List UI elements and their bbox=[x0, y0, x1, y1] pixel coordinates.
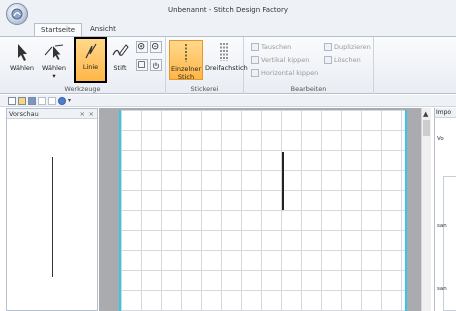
import-panel-title: Impo bbox=[435, 108, 456, 118]
new-file-icon[interactable] bbox=[8, 96, 16, 105]
flip-vertical-icon bbox=[251, 55, 259, 64]
title-bar: Unbenannt - Stitch Design Factory bbox=[0, 0, 456, 25]
group-werkzeuge-label: Werkzeuge bbox=[64, 85, 101, 93]
import-panel-text: Vo bbox=[437, 136, 444, 142]
select-polyline-label: Wählen bbox=[41, 64, 67, 72]
delete-label: Löschen bbox=[334, 55, 361, 64]
preview-pane-title: Vorschau bbox=[9, 110, 39, 118]
open-folder-icon[interactable] bbox=[18, 96, 26, 105]
group-stickerei: Einzelner Stich Dreifachstich Stickerei bbox=[166, 37, 248, 94]
fit-icon[interactable] bbox=[136, 59, 148, 71]
design-canvas[interactable] bbox=[119, 110, 407, 311]
flip-horizontal-label: Horizontal kippen bbox=[261, 68, 319, 77]
preview-pane: Vorschau ⨯ × bbox=[6, 108, 98, 311]
window-title: Unbenannt - Stitch Design Factory bbox=[168, 6, 288, 14]
pen-tool-label: Stift bbox=[113, 64, 127, 72]
flip-vertical-label: Vertikal kippen bbox=[261, 55, 310, 64]
triple-stitch-label: Dreifachstich bbox=[205, 64, 248, 72]
preview-pane-header: Vorschau ⨯ × bbox=[7, 109, 97, 119]
preview-stitch-line bbox=[52, 157, 53, 277]
line-tool-button[interactable]: Linie bbox=[74, 37, 107, 83]
quick-toolbar: ▾ bbox=[0, 95, 456, 107]
select-button[interactable]: Wählen bbox=[8, 40, 36, 80]
group-bearbeiten: Tauschen Duplizieren Vertikal kippen Lös… bbox=[244, 37, 374, 94]
app-logo-icon bbox=[11, 8, 23, 20]
scroll-up-icon[interactable]: ▲ bbox=[423, 110, 428, 118]
group-stickerei-label: Stickerei bbox=[190, 85, 219, 93]
duplicate-label: Duplizieren bbox=[334, 42, 371, 51]
close-icon[interactable]: × bbox=[89, 109, 94, 119]
save-icon[interactable] bbox=[28, 96, 36, 105]
select-polyline-button[interactable]: Wählen ▾ bbox=[40, 40, 68, 80]
vertical-scrollbar[interactable]: ▲ bbox=[421, 108, 431, 311]
stitch-line[interactable] bbox=[282, 152, 284, 210]
import-panel-text-2: san bbox=[437, 223, 447, 229]
single-stitch-icon bbox=[185, 44, 187, 62]
flip-horizontal-icon bbox=[251, 68, 259, 77]
pan-hand-icon[interactable] bbox=[150, 59, 162, 71]
chevron-down-icon[interactable]: ▾ bbox=[40, 72, 68, 80]
group-werkzeuge: Wählen Wählen ▾ Linie Stift Werkzeuge bbox=[0, 37, 166, 94]
pin-icon[interactable]: ⨯ bbox=[80, 109, 85, 119]
duplicate-icon bbox=[324, 42, 332, 51]
pen-tool-button[interactable]: Stift bbox=[108, 40, 132, 80]
import-panel: Impo Vo san san bbox=[434, 108, 456, 311]
select-button-label: Wählen bbox=[9, 64, 35, 72]
redo-icon[interactable] bbox=[48, 96, 56, 105]
scrollbar-thumb[interactable] bbox=[423, 120, 430, 136]
flip-horizontal-button[interactable]: Horizontal kippen bbox=[251, 67, 318, 78]
undo-icon[interactable] bbox=[38, 96, 46, 105]
zoom-in-icon[interactable] bbox=[136, 41, 148, 53]
pen-icon bbox=[112, 44, 129, 56]
import-panel-text-3: san bbox=[437, 286, 447, 292]
line-tool-label: Linie bbox=[82, 63, 99, 71]
group-bearbeiten-label: Bearbeiten bbox=[290, 85, 327, 93]
flip-vertical-button[interactable]: Vertikal kippen bbox=[251, 54, 309, 65]
app-menu-button[interactable] bbox=[6, 3, 28, 25]
tab-ansicht[interactable]: Ansicht bbox=[84, 23, 122, 36]
zoom-out-icon[interactable] bbox=[150, 41, 162, 53]
delete-icon bbox=[324, 55, 332, 64]
ribbon: Wählen Wählen ▾ Linie Stift Werkzeuge Ei… bbox=[0, 36, 456, 94]
customize-dropdown-icon[interactable]: ▾ bbox=[68, 97, 71, 104]
ribbon-tabs: Startseite Ansicht bbox=[0, 22, 456, 36]
single-stitch-label: Einzelner Stich bbox=[170, 65, 202, 81]
triple-stitch-button[interactable]: Dreifachstich bbox=[205, 40, 248, 80]
line-icon bbox=[84, 43, 97, 59]
help-icon[interactable] bbox=[58, 96, 66, 105]
delete-button[interactable]: Löschen bbox=[324, 54, 361, 65]
duplicate-button[interactable]: Duplizieren bbox=[324, 41, 371, 52]
swap-label: Tauschen bbox=[261, 42, 292, 51]
canvas-area bbox=[99, 108, 421, 311]
tab-startseite[interactable]: Startseite bbox=[34, 23, 83, 36]
select-polyline-icon bbox=[44, 44, 64, 60]
triple-stitch-icon bbox=[220, 43, 228, 61]
swap-icon bbox=[251, 42, 259, 51]
select-arrow-icon bbox=[18, 44, 27, 61]
single-stitch-button[interactable]: Einzelner Stich bbox=[169, 40, 203, 81]
swap-button[interactable]: Tauschen bbox=[251, 41, 291, 52]
